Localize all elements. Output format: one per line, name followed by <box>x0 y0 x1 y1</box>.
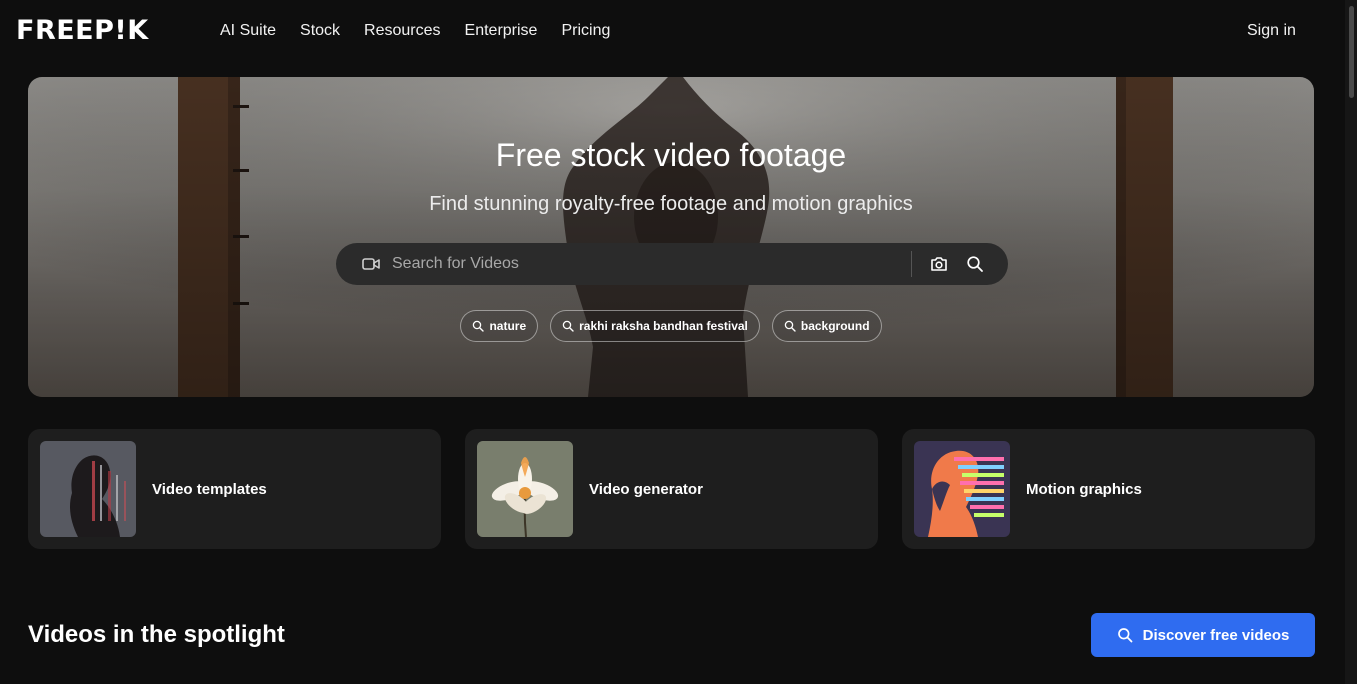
spotlight-section-title: Videos in the spotlight <box>28 621 285 648</box>
suggestion-chip-rakhi[interactable]: rakhi raksha bandhan festival <box>550 310 760 342</box>
card-label: Motion graphics <box>1026 481 1142 498</box>
search-divider <box>911 251 912 277</box>
video-templates-thumbnail <box>40 441 136 537</box>
nav-pricing[interactable]: Pricing <box>561 20 610 42</box>
chip-label: rakhi raksha bandhan festival <box>579 319 748 333</box>
camera-icon[interactable] <box>930 255 948 273</box>
hero-subtitle: Find stunning royalty-free footage and m… <box>429 193 913 215</box>
nav-resources[interactable]: Resources <box>364 20 440 42</box>
card-label: Video templates <box>152 481 267 498</box>
search-icon[interactable] <box>966 255 984 273</box>
suggestion-chips: nature rakhi raksha bandhan festival bac… <box>28 310 1314 342</box>
chip-label: background <box>800 319 870 333</box>
category-card-video-templates[interactable]: Video templates <box>28 429 441 549</box>
search-icon <box>784 320 796 332</box>
main-nav: AI Suite Stock Resources Enterprise Pric… <box>220 20 610 42</box>
freepik-logo[interactable]: FREEP!K <box>16 15 149 47</box>
search-icon <box>473 320 485 332</box>
discover-button-label: Discover free videos <box>1142 626 1290 644</box>
nav-enterprise[interactable]: Enterprise <box>465 20 538 42</box>
hero-title: Free stock video footage <box>495 137 847 173</box>
motion-graphics-thumbnail <box>914 441 1010 537</box>
sign-in-link[interactable]: Sign in <box>1247 20 1296 42</box>
discover-free-videos-button[interactable]: Discover free videos <box>1091 613 1315 657</box>
category-card-video-generator[interactable]: Video generator <box>465 429 878 549</box>
page-scrollbar[interactable] <box>1345 0 1357 684</box>
hero-background-image <box>28 77 1314 397</box>
page: FREEP!K AI Suite Stock Resources Enterpr… <box>0 0 1357 684</box>
nav-stock[interactable]: Stock <box>300 20 340 42</box>
category-card-motion-graphics[interactable]: Motion graphics <box>902 429 1315 549</box>
chip-label: nature <box>489 319 527 333</box>
video-search-bar <box>336 243 1008 285</box>
nav-ai-suite[interactable]: AI Suite <box>220 20 276 42</box>
suggestion-chip-nature[interactable]: nature <box>460 310 539 342</box>
suggestion-chip-background[interactable]: background <box>771 310 882 342</box>
top-nav-bar: FREEP!K AI Suite Stock Resources Enterpr… <box>0 0 1345 62</box>
scrollbar-thumb[interactable] <box>1349 6 1354 98</box>
video-generator-thumbnail <box>477 441 573 537</box>
search-icon <box>1117 628 1133 643</box>
card-label: Video generator <box>589 481 703 498</box>
hero-banner: Free stock video footage Find stunning r… <box>28 77 1314 397</box>
video-camera-icon <box>362 258 380 270</box>
search-input[interactable] <box>392 243 902 285</box>
search-icon <box>562 320 574 332</box>
